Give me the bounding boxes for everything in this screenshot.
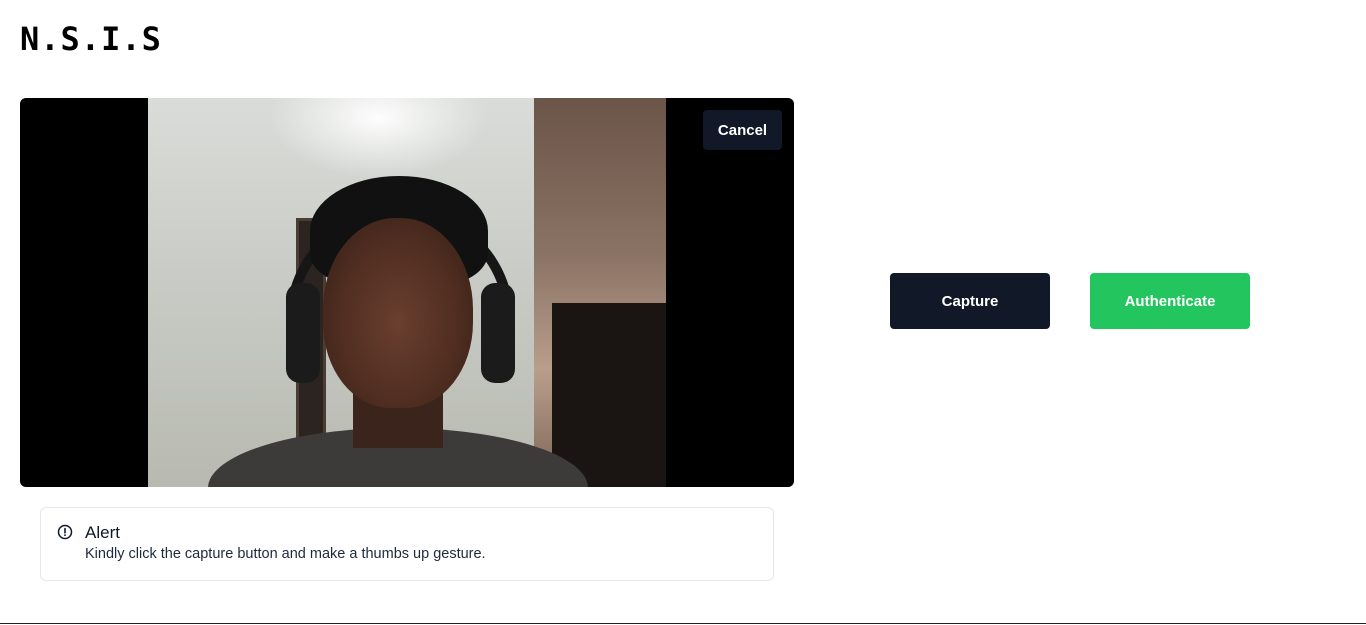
alert-box: Alert Kindly click the capture button an… [40, 507, 774, 581]
feed-door [552, 303, 666, 487]
camera-preview: Cancel [20, 98, 794, 487]
authenticate-button[interactable]: Authenticate [1090, 273, 1250, 329]
capture-button[interactable]: Capture [890, 273, 1050, 329]
feed-ceiling-light [268, 98, 488, 178]
alert-title: Alert [85, 523, 120, 542]
page: N.S.I.S Cancel Alert Kindly click the ca… [0, 0, 1366, 625]
feed-person-face [323, 218, 473, 408]
cancel-button[interactable]: Cancel [703, 110, 782, 150]
alert-circle-icon [57, 524, 73, 540]
feed-headphone-left [286, 283, 320, 383]
webcam-feed [148, 98, 666, 487]
feed-headphone-right [481, 283, 515, 383]
bottom-divider [0, 623, 1366, 624]
app-title: N.S.I.S [20, 20, 162, 58]
alert-message: Kindly click the capture button and make… [85, 546, 486, 562]
